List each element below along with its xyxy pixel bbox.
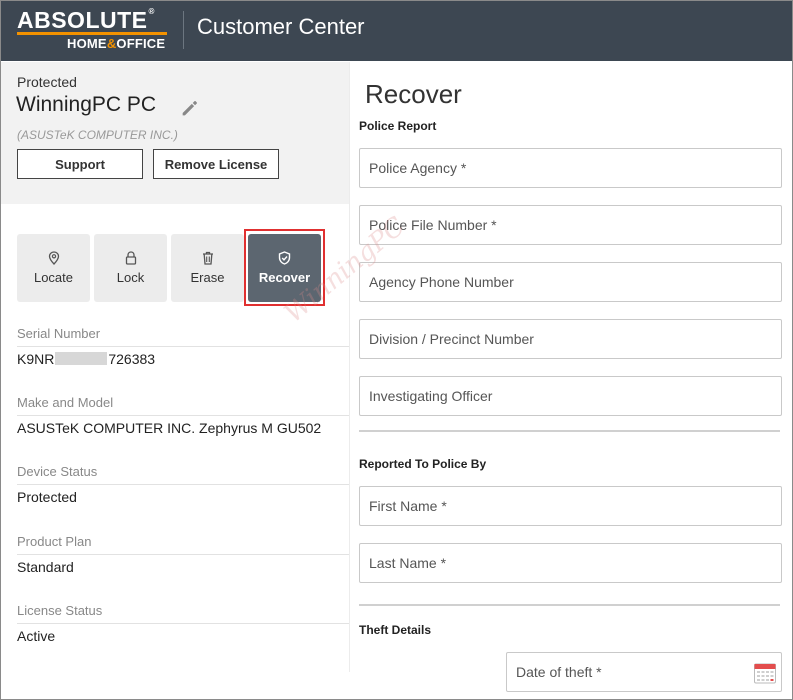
- make-model-label: Make and Model: [17, 395, 114, 410]
- remove-license-button[interactable]: Remove License: [153, 149, 279, 179]
- trash-icon: [202, 251, 213, 265]
- police-agency-field[interactable]: Police Agency *: [359, 148, 782, 188]
- column-divider: [349, 62, 350, 672]
- section-divider: [359, 604, 780, 606]
- header-divider: [183, 11, 184, 49]
- section-divider: [359, 430, 780, 432]
- recover-highlight-frame: [244, 229, 325, 306]
- reported-by-heading: Reported To Police By: [359, 457, 487, 471]
- page-title: Recover: [365, 79, 462, 109]
- serial-number-label: Serial Number: [17, 326, 101, 341]
- serial-number-value: K9NR 726383: [17, 351, 156, 367]
- last-name-field[interactable]: Last Name *: [359, 543, 782, 583]
- investigating-officer-field[interactable]: Investigating Officer: [359, 376, 782, 416]
- logo-wordmark: ABSOLUTE®: [17, 7, 155, 33]
- first-name-field[interactable]: First Name *: [359, 486, 782, 526]
- lock-label: Lock: [116, 270, 145, 285]
- customer-center-window: ABSOLUTE® HOME&OFFICE Customer Center Pr…: [0, 0, 793, 700]
- divider: [17, 346, 349, 347]
- device-status-label: Device Status: [17, 464, 98, 479]
- make-model-value: ASUSTeK COMPUTER INC. Zephyrus M GU502: [17, 420, 322, 436]
- device-manufacturer: (ASUSTeK COMPUTER INC.): [17, 128, 178, 142]
- police-report-heading: Police Report: [359, 119, 437, 133]
- locate-label: Locate: [33, 270, 74, 285]
- location-pin-icon: [48, 251, 59, 265]
- product-plan-value: Standard: [17, 559, 74, 575]
- divider: [17, 623, 349, 624]
- date-of-theft-field[interactable]: Date of theft *: [506, 652, 782, 692]
- support-button[interactable]: Support: [17, 149, 143, 179]
- theft-details-heading: Theft Details: [359, 623, 432, 637]
- agency-phone-field[interactable]: Agency Phone Number: [359, 262, 782, 302]
- product-plan-label: Product Plan: [17, 534, 92, 549]
- app-title: Customer Center: [197, 14, 365, 39]
- absolute-logo[interactable]: ABSOLUTE® HOME&OFFICE: [17, 7, 173, 53]
- divider: [17, 554, 349, 555]
- lock-icon: [125, 251, 136, 265]
- locate-button[interactable]: Locate: [17, 234, 90, 302]
- license-status-label: License Status: [17, 603, 103, 618]
- calendar-icon[interactable]: [753, 661, 777, 685]
- lock-button[interactable]: Lock: [94, 234, 167, 302]
- app-header: ABSOLUTE® HOME&OFFICE Customer Center: [1, 1, 792, 61]
- redacted-block: [55, 352, 108, 365]
- divider: [17, 415, 349, 416]
- logo-underline: [17, 32, 167, 35]
- date-of-theft-placeholder: Date of theft *: [516, 664, 602, 680]
- pencil-icon[interactable]: [179, 97, 201, 119]
- police-file-number-field[interactable]: Police File Number *: [359, 205, 782, 245]
- protection-status-label: Protected: [17, 74, 77, 90]
- device-name: WinningPC PC: [16, 93, 157, 116]
- license-status-value: Active: [17, 628, 56, 644]
- logo-subtitle: HOME&OFFICE: [67, 36, 166, 51]
- division-precinct-field[interactable]: Division / Precinct Number: [359, 319, 782, 359]
- divider: [17, 484, 349, 485]
- device-summary-panel: Protected WinningPC PC (ASUSTeK COMPUTER…: [1, 62, 349, 204]
- device-status-value: Protected: [17, 489, 77, 505]
- erase-label: Erase: [190, 270, 225, 285]
- erase-button[interactable]: Erase: [171, 234, 244, 302]
